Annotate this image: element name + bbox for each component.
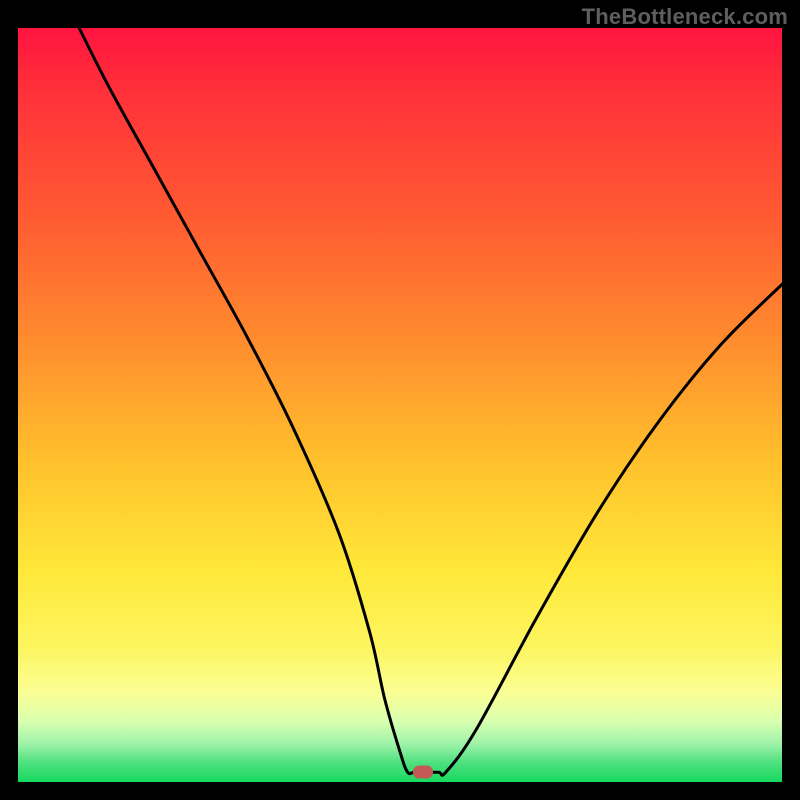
curve-layer <box>18 28 782 782</box>
plot-area <box>18 28 782 782</box>
optimal-point-marker <box>413 766 433 779</box>
bottleneck-curve <box>79 28 782 775</box>
watermark-text: TheBottleneck.com <box>582 4 788 30</box>
chart-frame: TheBottleneck.com <box>0 0 800 800</box>
